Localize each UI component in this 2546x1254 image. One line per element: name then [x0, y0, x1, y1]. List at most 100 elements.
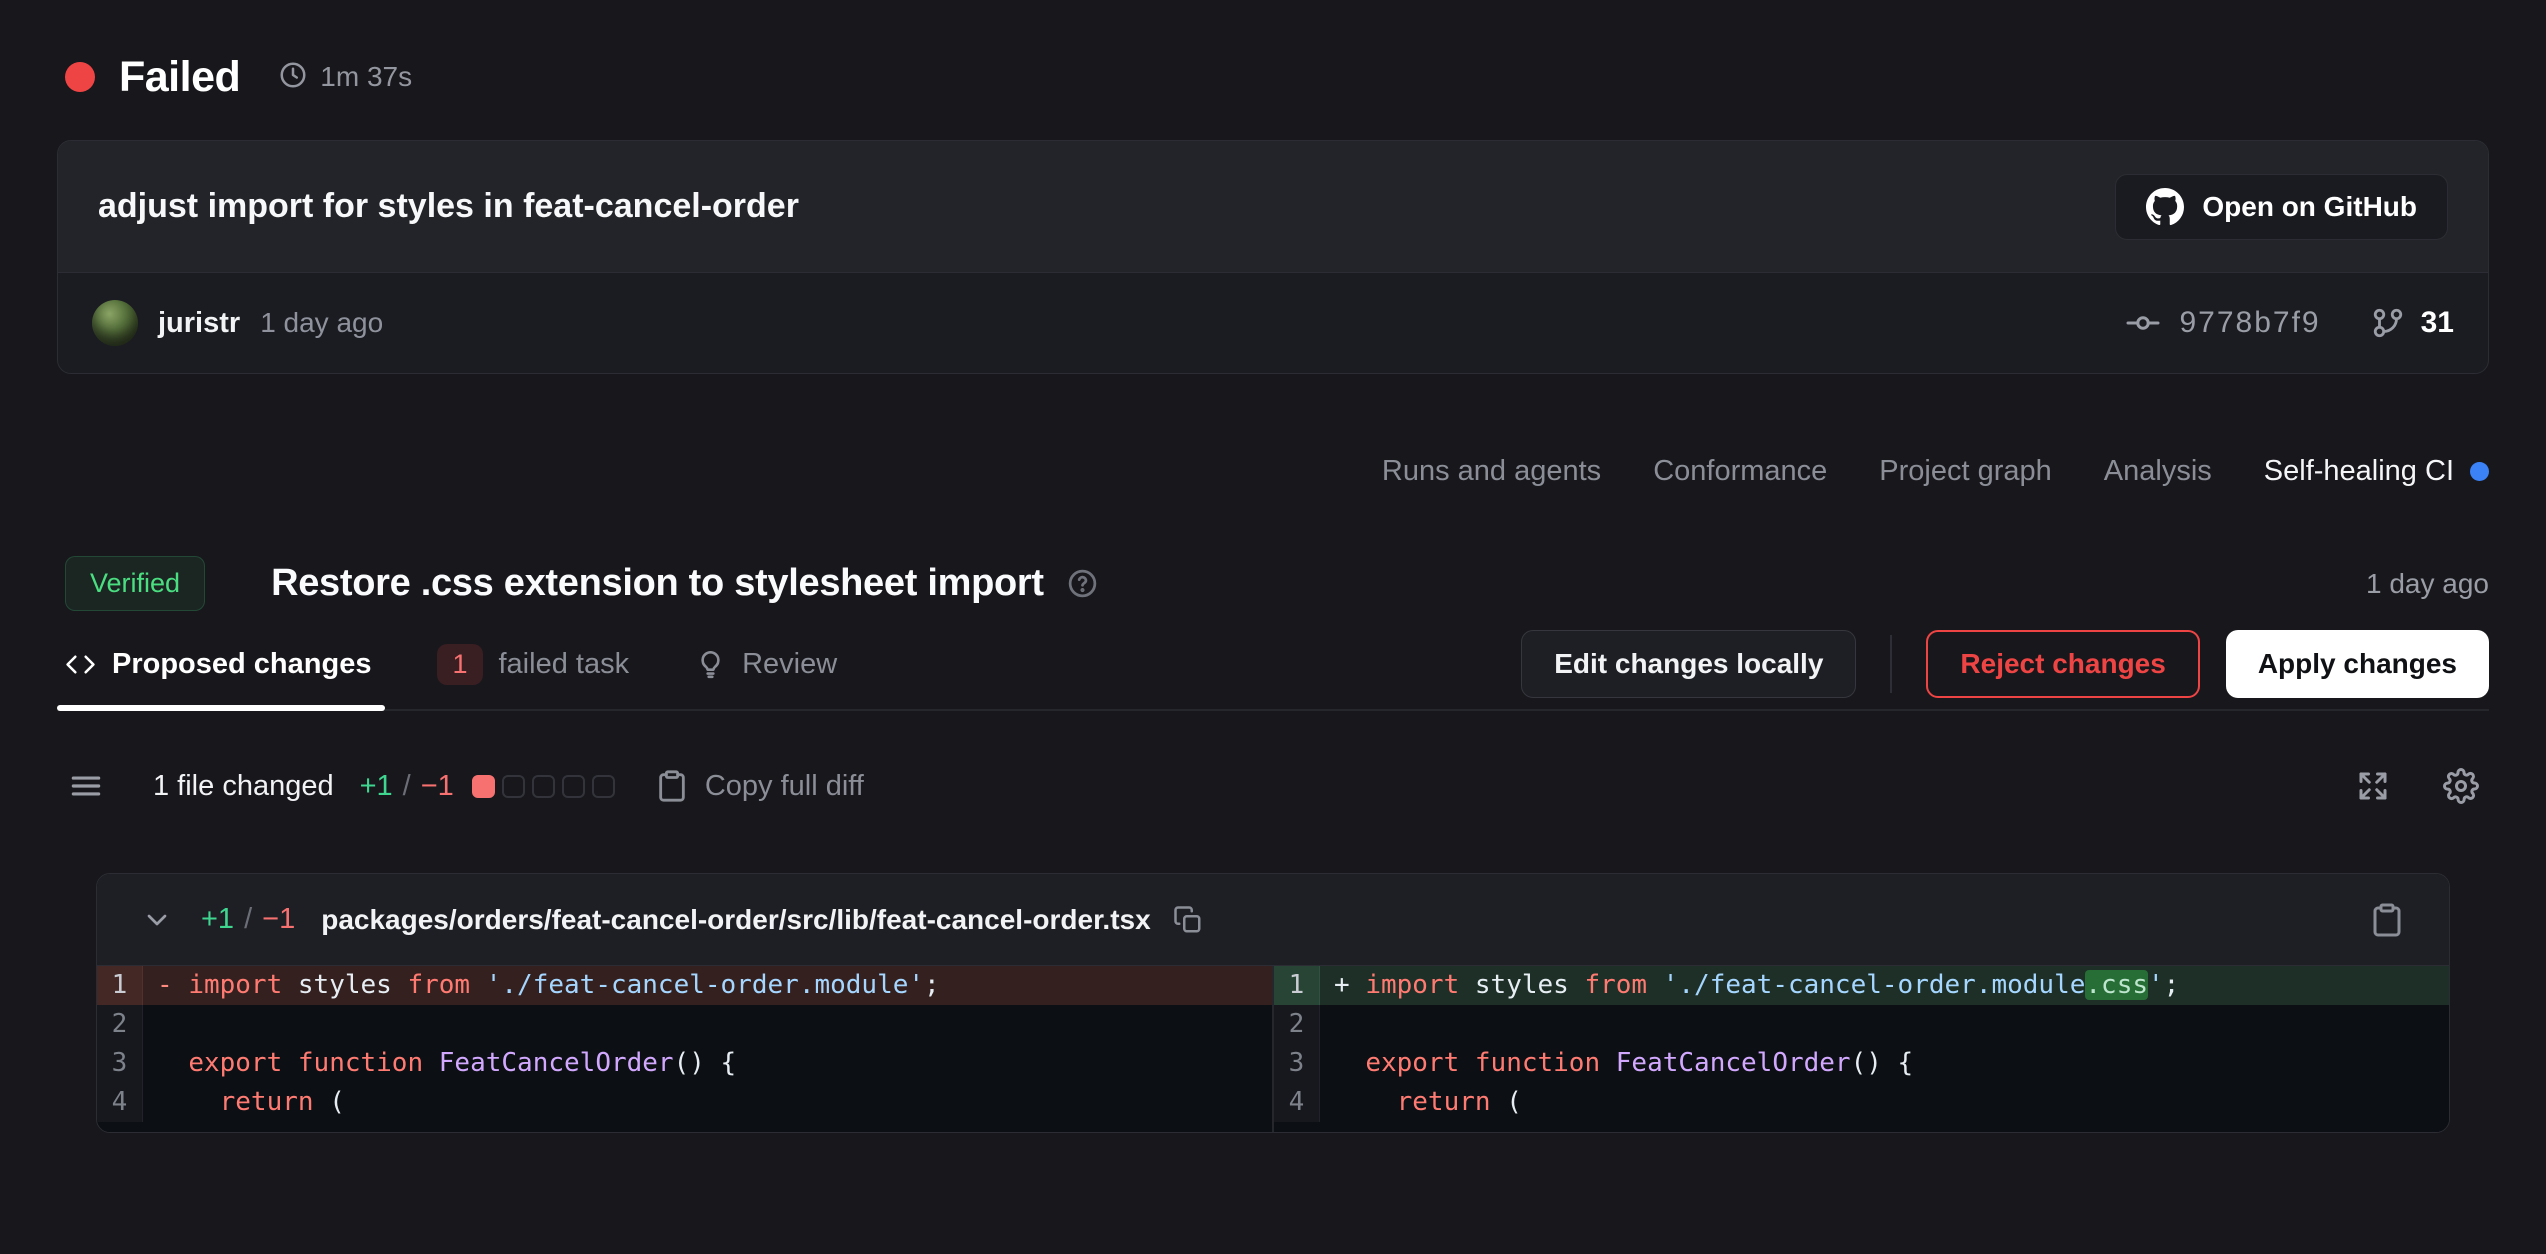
status-duration: 1m 37s [320, 61, 412, 93]
code-text: + import styles from './feat-cancel-orde… [1320, 966, 2449, 1005]
active-nav-blue-dot [2470, 462, 2489, 481]
nav-item-project-graph[interactable]: Project graph [1879, 455, 2052, 488]
file-path: packages/orders/feat-cancel-order/src/li… [321, 904, 1150, 936]
diff-toolbar: 1 file changed +1 / −1 Copy full diff [57, 755, 2489, 817]
nav-item-self-healing-ci-label: Self-healing CI [2264, 455, 2454, 488]
diff-block-empty [592, 775, 615, 798]
diff-block-empty [502, 775, 525, 798]
line-number: 4 [97, 1083, 143, 1122]
diff-card: +1 / −1 packages/orders/feat-cancel-orde… [96, 873, 2450, 1133]
code-text: return ( [143, 1083, 1272, 1122]
diff-toolbar-right [2355, 768, 2479, 804]
deletions-count: −1 [421, 770, 454, 803]
diff-block-deletion [472, 775, 495, 798]
author-name[interactable]: juristr [158, 307, 240, 340]
commit-icon [2125, 305, 2161, 341]
code-line: 4 return ( [1274, 1083, 2449, 1122]
avatar[interactable] [92, 300, 138, 346]
clipboard-icon [655, 769, 689, 803]
fix-actions: Edit changes locally Reject changes Appl… [1521, 630, 2489, 698]
line-number: 4 [1274, 1083, 1320, 1122]
gear-icon[interactable] [2443, 768, 2479, 804]
code-line: 3 export function FeatCancelOrder() { [97, 1044, 1272, 1083]
actions-divider [1890, 635, 1892, 693]
line-number: 2 [1274, 1005, 1320, 1044]
nav-item-self-healing-ci[interactable]: Self-healing CI [2264, 455, 2489, 488]
git-branch-icon [2371, 306, 2405, 340]
code-text: return ( [1320, 1083, 2449, 1122]
reject-changes-button[interactable]: Reject changes [1926, 630, 2199, 698]
files-changed-label: 1 file changed [153, 770, 334, 803]
commit-time: 1 day ago [260, 307, 383, 339]
code-text [1320, 1005, 2449, 1044]
file-additions-count: +1 [201, 903, 234, 936]
code-icon [65, 649, 96, 680]
code-line: 2 [1274, 1005, 2449, 1044]
diff-block-empty [532, 775, 555, 798]
fix-time: 1 day ago [2366, 568, 2489, 600]
code-line: 3 export function FeatCancelOrder() { [1274, 1044, 2449, 1083]
file-count-slash: / [244, 903, 252, 936]
open-on-github-button[interactable]: Open on GitHub [2115, 174, 2448, 240]
verified-badge: Verified [65, 556, 205, 611]
tab-failed-task[interactable]: 1 failed task [437, 619, 629, 709]
line-number: 3 [1274, 1044, 1320, 1083]
nav-item-analysis[interactable]: Analysis [2104, 455, 2212, 488]
status-row: Failed 1m 37s [57, 46, 2489, 108]
tab-review[interactable]: Review [695, 619, 837, 709]
code-line: 1- import styles from './feat-cancel-ord… [97, 966, 1272, 1005]
code-line: 1+ import styles from './feat-cancel-ord… [1274, 966, 2449, 1005]
open-on-github-label: Open on GitHub [2202, 191, 2417, 223]
branch-group[interactable]: 31 [2371, 306, 2454, 340]
tabs-row: Proposed changes 1 failed task Review Ed… [57, 619, 2489, 711]
code-text: - import styles from './feat-cancel-orde… [143, 966, 1272, 1005]
top-nav: Runs and agents Conformance Project grap… [57, 448, 2489, 494]
nav-item-runs-and-agents[interactable]: Runs and agents [1382, 455, 1601, 488]
tab-proposed-changes[interactable]: Proposed changes [65, 619, 371, 709]
help-icon[interactable] [1066, 567, 1099, 600]
commit-card-meta-row: juristr 1 day ago 9778b7f9 31 [58, 273, 2488, 373]
copy-full-diff-button[interactable]: Copy full diff [655, 769, 864, 803]
status-label: Failed [119, 53, 240, 102]
page: Failed 1m 37s adjust import for styles i… [0, 0, 2546, 1133]
edit-changes-locally-button[interactable]: Edit changes locally [1521, 630, 1856, 698]
copy-file-diff-icon[interactable] [2369, 902, 2405, 938]
chevron-down-icon[interactable] [141, 904, 173, 936]
tab-proposed-changes-label: Proposed changes [112, 648, 371, 681]
code-text [143, 1005, 1272, 1044]
line-number: 3 [97, 1044, 143, 1083]
line-number: 1 [1274, 966, 1320, 1005]
lightbulb-icon [695, 649, 726, 680]
diff-blocks [472, 775, 615, 798]
line-number: 2 [97, 1005, 143, 1044]
commit-title: adjust import for styles in feat-cancel-… [98, 187, 799, 226]
diff-body: 1- import styles from './feat-cancel-ord… [97, 966, 2449, 1132]
tabs: Proposed changes 1 failed task Review [57, 619, 837, 709]
copy-full-diff-label: Copy full diff [705, 770, 864, 803]
file-diff-counts: +1 / −1 [201, 903, 295, 936]
expand-fullscreen-icon[interactable] [2355, 768, 2391, 804]
count-slash: / [403, 770, 411, 803]
nav-item-conformance[interactable]: Conformance [1653, 455, 1827, 488]
diff-file-header: +1 / −1 packages/orders/feat-cancel-orde… [97, 874, 2449, 966]
file-list-menu-icon[interactable] [67, 767, 105, 805]
commit-meta: 9778b7f9 31 [2125, 305, 2454, 341]
clock-icon [278, 60, 308, 95]
code-text: export function FeatCancelOrder() { [143, 1044, 1272, 1083]
tab-failed-task-label: failed task [499, 648, 630, 681]
tab-review-label: Review [742, 648, 837, 681]
commit-sha[interactable]: 9778b7f9 [2179, 306, 2320, 340]
status-duration-group: 1m 37s [278, 60, 412, 95]
fix-title: Restore .css extension to stylesheet imp… [271, 562, 1044, 605]
apply-changes-button[interactable]: Apply changes [2226, 630, 2489, 698]
commit-card: adjust import for styles in feat-cancel-… [57, 140, 2489, 374]
diff-pane-old: 1- import styles from './feat-cancel-ord… [97, 966, 1272, 1132]
status-failed-dot [65, 62, 95, 92]
copy-path-icon[interactable] [1173, 905, 1203, 935]
branch-count: 31 [2421, 306, 2454, 340]
commit-card-header: adjust import for styles in feat-cancel-… [58, 141, 2488, 273]
fix-header: Verified Restore .css extension to style… [57, 556, 2489, 611]
code-line: 4 return ( [97, 1083, 1272, 1122]
github-icon [2146, 188, 2184, 226]
code-line: 2 [97, 1005, 1272, 1044]
